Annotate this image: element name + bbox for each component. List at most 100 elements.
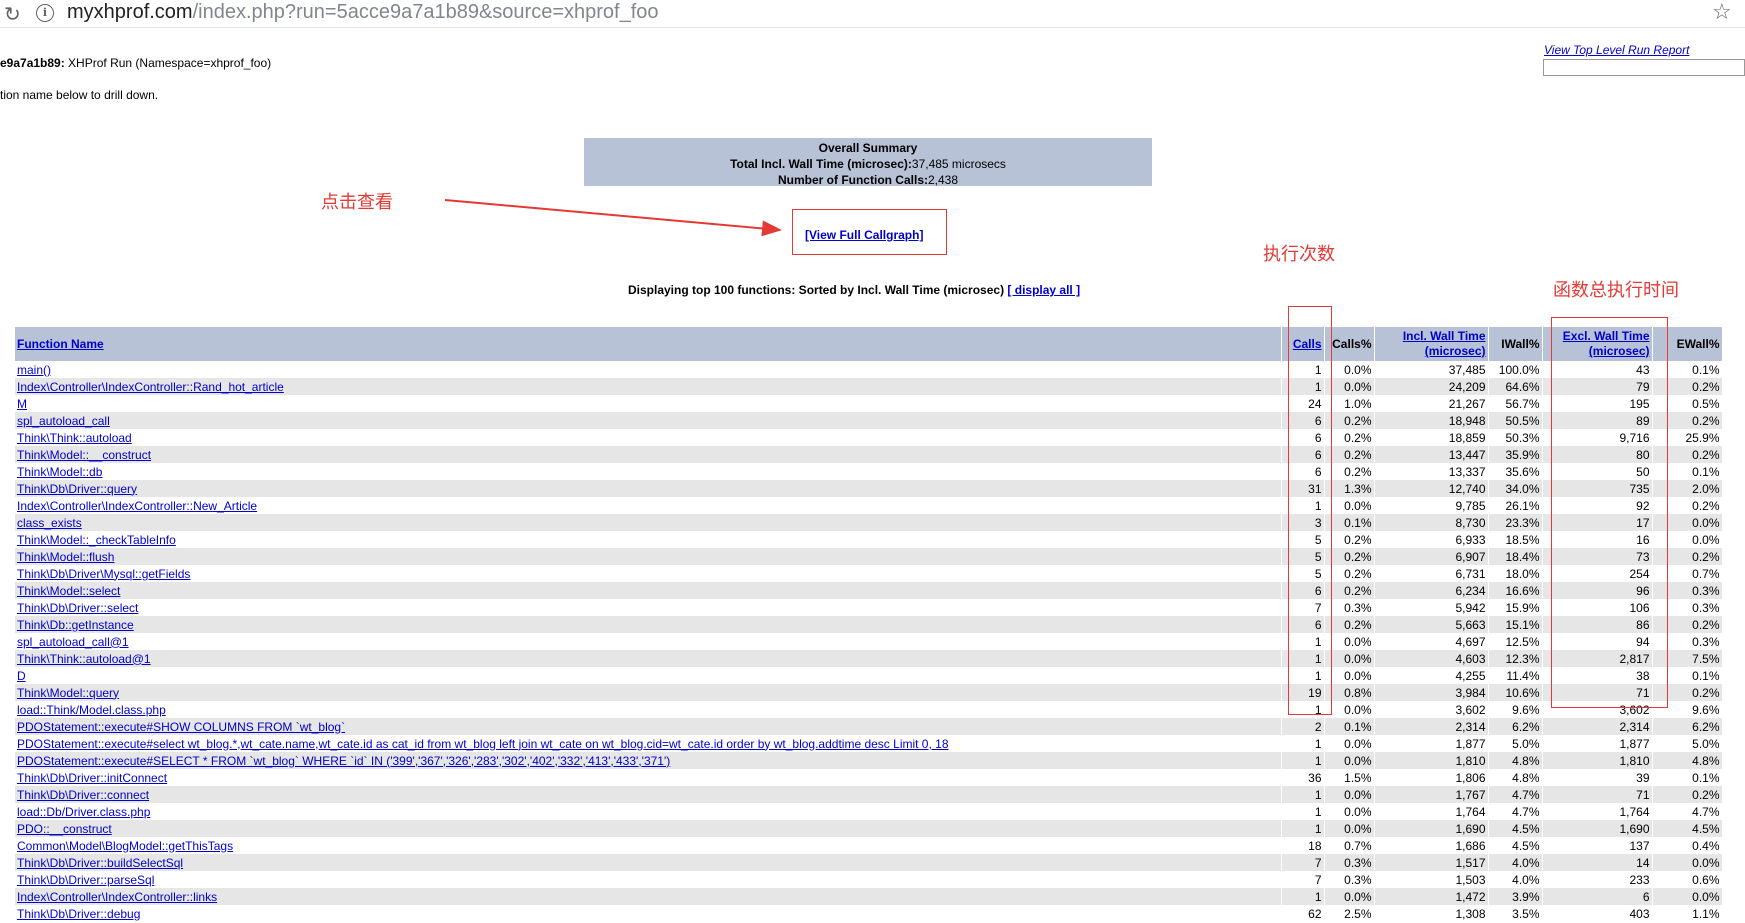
function-link[interactable]: Think\Db\Driver::connect [17,788,149,802]
function-link[interactable]: Think\Db\Driver::buildSelectSql [17,856,183,870]
table-row: Think\Think::autoload@1 1 0.0% 4,603 12.3% 2,… [15,650,1723,667]
function-link[interactable]: load::Think/Model.class.php [17,703,166,717]
summary-calls-value: 2,438 [927,173,959,187]
annotation-exec-count: 执行次数 [1263,244,1335,265]
function-link[interactable]: Think\Db\Driver::query [17,482,137,496]
function-link[interactable]: Think\Think::autoload@1 [17,652,151,666]
top-level-report-input[interactable] [1543,59,1745,76]
function-link[interactable]: Think\Model::select [17,584,120,598]
function-link[interactable]: Think\Db\Driver::parseSql [17,873,154,887]
incl-wall-cell: 37,485 [1374,361,1489,378]
iwall-pct-cell: 26.1% [1488,497,1543,514]
function-link[interactable]: PDO::__construct [17,822,112,836]
function-link[interactable]: Think\Model::flush [17,550,114,564]
function-link[interactable]: Think\Model::db [17,465,102,479]
function-link[interactable]: PDOStatement::execute#SELECT * FROM `wt_… [17,754,670,768]
function-link[interactable]: load::Db/Driver.class.php [17,805,150,819]
calls-highlight-box [1288,306,1332,715]
function-link[interactable]: M [17,397,27,411]
iwall-pct-cell: 18.5% [1488,531,1543,548]
iwall-pct-cell: 4.5% [1488,837,1543,854]
function-link[interactable]: PDOStatement::execute#SHOW COLUMNS FROM … [17,720,345,734]
table-row: Think\Db\Driver::parseSql 7 0.3% 1,503 4.0% 2… [15,871,1723,888]
function-link[interactable]: Index\Controller\IndexController::links [17,890,217,904]
incl-wall-cell: 1,503 [1374,871,1489,888]
excl-wall-cell: 39 [1542,769,1653,786]
function-name-cell: Index\Controller\IndexController::New_Ar… [15,497,1282,514]
function-name-cell: Think\Model::select [15,582,1282,599]
incl-wall-cell: 8,730 [1374,514,1489,531]
sort-incl-wall-link[interactable]: Incl. Wall Time (microsec) [1403,329,1486,358]
calls-pct-cell: 0.3% [1324,871,1375,888]
ewall-pct-cell: 0.0% [1652,854,1723,871]
browser-address-bar: ↻ i myxhprof.com/index.php?run=5acce9a7a… [0,0,1745,28]
function-link[interactable]: main() [17,363,51,377]
function-link[interactable]: Think\Db\Driver::select [17,601,138,615]
function-link[interactable]: Think\Think::autoload [17,431,132,445]
url-field[interactable]: myxhprof.com/index.php?run=5acce9a7a1b89… [67,1,659,24]
col-incl-wall[interactable]: Incl. Wall Time (microsec) [1374,327,1489,361]
function-name-cell: main() [15,361,1282,378]
iwall-pct-cell: 6.2% [1488,718,1543,735]
excl-wall-cell: 6 [1542,888,1653,905]
top-level-report-link[interactable]: View Top Level Run Report [1544,43,1689,57]
iwall-pct-cell: 16.6% [1488,582,1543,599]
url-path: /index.php?run=5acce9a7a1b89&source=xhpr… [192,1,659,23]
incl-wall-cell: 1,810 [1374,752,1489,769]
incl-wall-cell: 5,942 [1374,599,1489,616]
ewall-pct-cell: 0.6% [1652,871,1723,888]
iwall-pct-cell: 12.3% [1488,650,1543,667]
table-row: Think\Model::_checkTableInfo 5 0.2% 6,933 18… [15,531,1723,548]
function-link[interactable]: Think\Model::query [17,686,119,700]
table-row: Think\Model::query 19 0.8% 3,984 10.6% 71 0.2% [15,684,1723,701]
function-link[interactable]: Think\Model::_checkTableInfo [17,533,176,547]
reload-icon[interactable]: ↻ [4,2,21,26]
function-name-cell: Think\Model::db [15,463,1282,480]
function-link[interactable]: Think\Model::__construct [17,448,151,462]
star-icon[interactable]: ☆ [1712,0,1732,25]
function-link[interactable]: spl_autoload_call [17,414,110,428]
excl-wall-cell: 1,764 [1542,803,1653,820]
function-name-cell: load::Db/Driver.class.php [15,803,1282,820]
function-link[interactable]: Think\Db::getInstance [17,618,134,632]
function-link[interactable]: Common\Model\BlogModel::getThisTags [17,839,233,853]
display-all-link[interactable]: [ display all ] [1007,283,1080,297]
excl-wall-cell: 403 [1542,905,1653,922]
displaying-text: Displaying top 100 functions: Sorted by … [628,283,1080,297]
function-table-body: main() 1 0.0% 37,485 100.0% 43 0.1% Index\Contr… [15,361,1723,922]
table-row: spl_autoload_call@1 1 0.0% 4,697 12.5% 94 0.3% [15,633,1723,650]
function-name-cell: Think\Think::autoload [15,429,1282,446]
function-link[interactable]: Think\Db\Driver::initConnect [17,771,167,785]
incl-wall-cell: 1,806 [1374,769,1489,786]
sort-function-name-link[interactable]: Function Name [17,337,104,351]
view-full-callgraph-link[interactable]: [View Full Callgraph] [805,228,923,242]
col-function-name[interactable]: Function Name [15,327,1282,361]
function-link[interactable]: Think\Db\Driver::debug [17,907,140,921]
function-link[interactable]: D [17,669,26,683]
run-namespace: XHProf Run (Namespace=xhprof_foo) [64,56,272,70]
col-iwall-pct: IWall% [1488,327,1543,361]
function-link[interactable]: class_exists [17,516,82,530]
function-link[interactable]: PDOStatement::execute#select wt_blog.*,w… [17,737,949,751]
table-row: Think\Model::select 6 0.2% 6,234 16.6% 96 0.3% [15,582,1723,599]
incl-wall-cell: 3,984 [1374,684,1489,701]
calls-pct-cell: 0.7% [1324,837,1375,854]
function-link[interactable]: Think\Db\Driver\Mysql::getFields [17,567,190,581]
iwall-pct-cell: 23.3% [1488,514,1543,531]
function-name-cell: Think\Model::__construct [15,446,1282,463]
incl-wall-cell: 12,740 [1374,480,1489,497]
summary-wall-value: 37,485 microsecs [911,157,1006,171]
ewall-pct-cell: 0.4% [1652,837,1723,854]
iwall-pct-cell: 5.0% [1488,735,1543,752]
excl-wall-cell: 233 [1542,871,1653,888]
run-title: e9a7a1b89: XHProf Run (Namespace=xhprof_… [0,56,271,70]
function-link[interactable]: Index\Controller\IndexController::Rand_h… [17,380,284,394]
incl-wall-cell: 6,907 [1374,548,1489,565]
function-name-cell: Think\Model::_checkTableInfo [15,531,1282,548]
function-link[interactable]: Index\Controller\IndexController::New_Ar… [17,499,257,513]
function-link[interactable]: spl_autoload_call@1 [17,635,129,649]
ewall-pct-cell: 0.2% [1652,786,1723,803]
function-name-cell: load::Think/Model.class.php [15,701,1282,718]
iwall-pct-cell: 4.7% [1488,803,1543,820]
info-icon[interactable]: i [36,4,54,22]
